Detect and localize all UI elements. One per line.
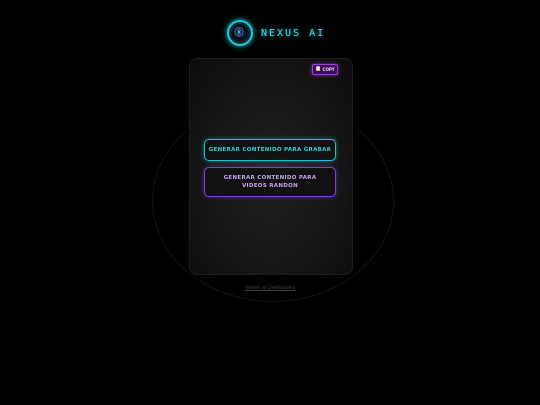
generate-random-videos-label: GENERAR CONTENIDO PARA VIDEOS RANDON bbox=[223, 175, 317, 189]
copy-button-label: COPY bbox=[322, 67, 335, 72]
back-to-dashboard-link[interactable]: Volver al Dashboard bbox=[200, 285, 340, 291]
app-header: NEXUS AI bbox=[227, 20, 325, 46]
app-page: NEXUS AI 📋 COPY GENERAR CONTENIDO PARA G… bbox=[0, 0, 540, 405]
generate-for-recording-label: GENERAR CONTENIDO PARA GRABAR bbox=[208, 147, 332, 153]
generate-random-videos-button[interactable]: GENERAR CONTENIDO PARA VIDEOS RANDON bbox=[204, 167, 336, 197]
clipboard-icon: 📋 bbox=[315, 66, 322, 72]
generate-for-recording-button[interactable]: GENERAR CONTENIDO PARA GRABAR bbox=[204, 139, 336, 161]
copy-button[interactable]: 📋 COPY bbox=[312, 64, 338, 75]
brand-title: NEXUS AI bbox=[261, 27, 326, 39]
neural-brain-icon bbox=[227, 20, 253, 46]
